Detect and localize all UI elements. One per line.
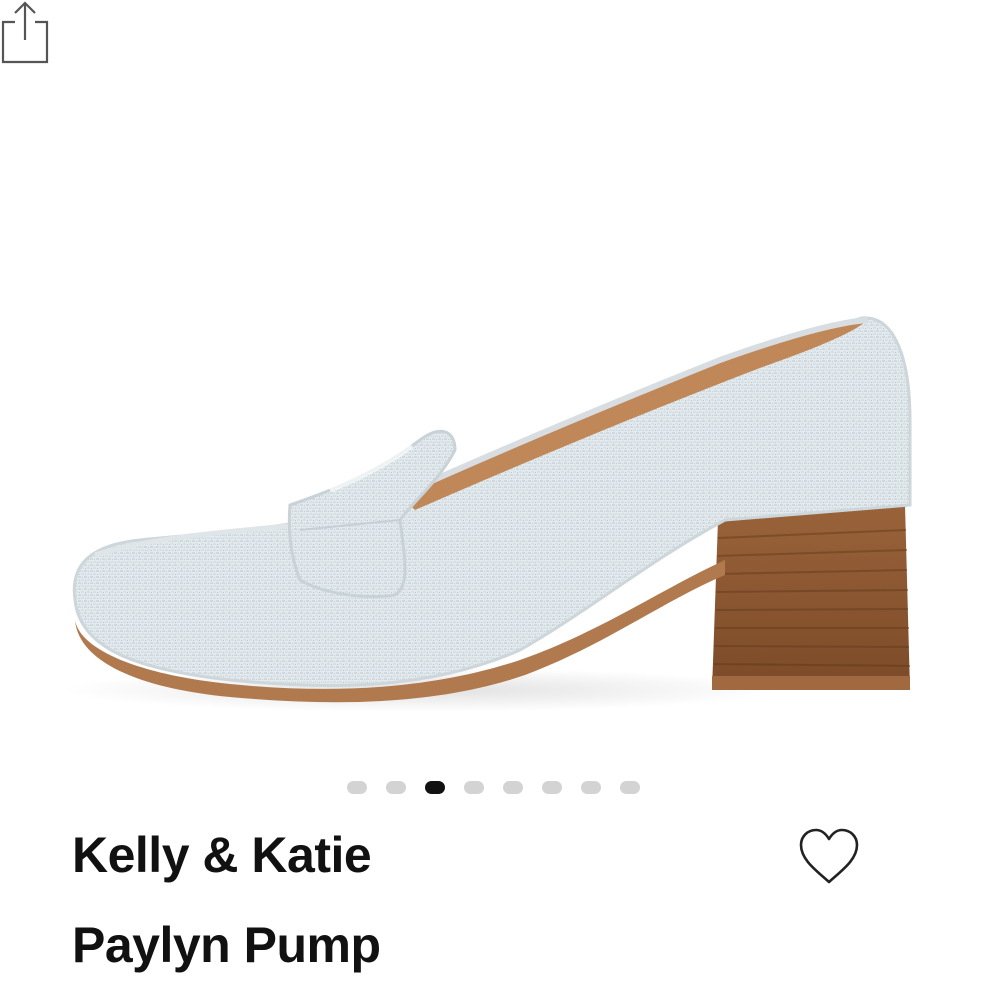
product-image-carousel[interactable] — [0, 0, 987, 760]
share-icon[interactable] — [0, 0, 50, 66]
carousel-dot[interactable] — [542, 781, 562, 794]
carousel-dot[interactable] — [581, 781, 601, 794]
heart-outline-icon[interactable] — [797, 826, 861, 886]
carousel-dot[interactable] — [464, 781, 484, 794]
product-title: Kelly & Katie Paylyn Pump — [72, 810, 672, 990]
product-detail-page: Kelly & Katie Paylyn Pump — [0, 0, 987, 1000]
product-name: Paylyn Pump — [72, 917, 381, 973]
carousel-dot-active[interactable] — [425, 781, 445, 794]
carousel-dot[interactable] — [347, 781, 367, 794]
carousel-dot[interactable] — [386, 781, 406, 794]
carousel-dot[interactable] — [503, 781, 523, 794]
product-image — [60, 316, 912, 712]
carousel-pagination — [0, 781, 987, 794]
product-brand: Kelly & Katie — [72, 827, 372, 883]
carousel-dot[interactable] — [620, 781, 640, 794]
